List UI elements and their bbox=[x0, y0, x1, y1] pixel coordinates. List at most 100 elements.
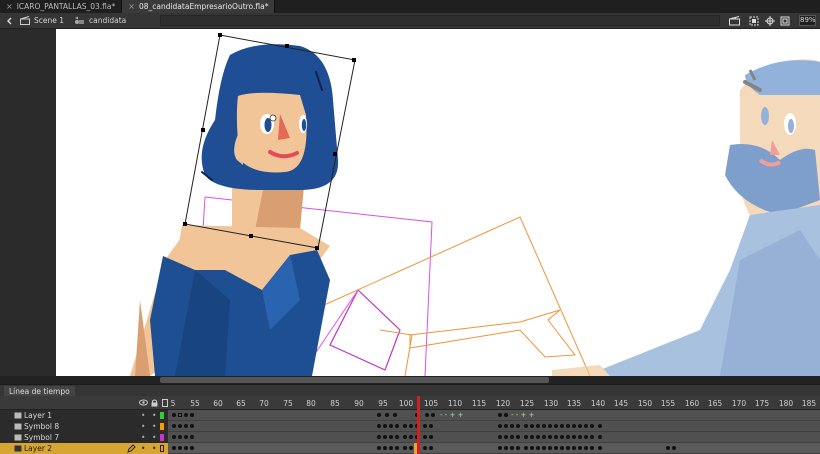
eye-icon[interactable] bbox=[139, 399, 148, 406]
visibility-dot[interactable]: • bbox=[141, 422, 145, 431]
keyframe[interactable] bbox=[393, 413, 397, 417]
keyframe[interactable] bbox=[584, 424, 588, 428]
layer-row-layer-2[interactable]: Layer 2 • • bbox=[0, 443, 820, 454]
keyframe[interactable] bbox=[184, 413, 188, 417]
keyframe[interactable] bbox=[566, 435, 570, 439]
keyframe[interactable] bbox=[178, 413, 182, 417]
layer-row-layer-1[interactable]: Layer 1 • • - - + + - - + + bbox=[0, 410, 820, 421]
keyframe[interactable] bbox=[672, 446, 676, 450]
keyframe[interactable] bbox=[554, 435, 558, 439]
keyframe[interactable] bbox=[431, 413, 435, 417]
keyframe[interactable] bbox=[403, 435, 407, 439]
layer-color-box[interactable] bbox=[160, 445, 164, 452]
pencil-icon[interactable] bbox=[127, 444, 136, 453]
keyframe[interactable] bbox=[498, 446, 502, 450]
keyframe[interactable] bbox=[389, 424, 393, 428]
keyframe[interactable] bbox=[395, 435, 399, 439]
lock-dot[interactable]: • bbox=[152, 444, 156, 453]
keyframe[interactable] bbox=[190, 446, 194, 450]
keyframe[interactable] bbox=[190, 435, 194, 439]
scrollbar-thumb[interactable] bbox=[160, 377, 549, 383]
keyframe[interactable] bbox=[409, 446, 413, 450]
layer-color-box[interactable] bbox=[160, 412, 164, 419]
layer-frames[interactable]: - - + + - - + + bbox=[168, 410, 820, 421]
keyframe[interactable] bbox=[184, 446, 188, 450]
keyframe[interactable] bbox=[429, 424, 433, 428]
keyframe[interactable] bbox=[504, 424, 508, 428]
close-icon[interactable]: × bbox=[128, 2, 135, 11]
keyframe[interactable] bbox=[590, 435, 594, 439]
keyframe[interactable] bbox=[498, 435, 502, 439]
keyframe[interactable] bbox=[542, 435, 546, 439]
back-button[interactable] bbox=[6, 17, 14, 25]
keyframe[interactable] bbox=[184, 424, 188, 428]
scene-breadcrumb[interactable]: Scene 1 bbox=[20, 16, 64, 25]
tab-candidata-empresario[interactable]: × 08_candidataEmpresarioOutro.fla* bbox=[122, 0, 276, 13]
keyframe[interactable] bbox=[578, 446, 582, 450]
tab-icaro-pantallas[interactable]: × ICARO_PANTALLAS_03.fla* bbox=[0, 0, 123, 13]
keyframe[interactable] bbox=[666, 446, 670, 450]
keyframe[interactable] bbox=[572, 424, 576, 428]
keyframe[interactable] bbox=[498, 413, 502, 417]
keyframe[interactable] bbox=[178, 424, 182, 428]
keyframe[interactable] bbox=[560, 435, 564, 439]
lock-icon[interactable] bbox=[151, 399, 158, 407]
keyframe[interactable] bbox=[190, 424, 194, 428]
keyframe[interactable] bbox=[516, 424, 520, 428]
keyframe[interactable] bbox=[548, 424, 552, 428]
keyframe[interactable] bbox=[172, 413, 176, 417]
keyframe[interactable] bbox=[536, 435, 540, 439]
keyframe[interactable] bbox=[423, 435, 427, 439]
keyframe[interactable] bbox=[510, 435, 514, 439]
zoom-field[interactable]: 89% bbox=[799, 15, 816, 26]
keyframe[interactable] bbox=[409, 424, 413, 428]
keyframe[interactable] bbox=[383, 446, 387, 450]
keyframe[interactable] bbox=[395, 424, 399, 428]
layer-frames[interactable] bbox=[168, 421, 820, 432]
keyframe[interactable] bbox=[377, 435, 381, 439]
close-icon[interactable]: × bbox=[6, 2, 13, 11]
keyframe[interactable] bbox=[560, 446, 564, 450]
keyframe[interactable] bbox=[184, 435, 188, 439]
stage-horizontal-scrollbar[interactable] bbox=[0, 376, 820, 384]
keyframe[interactable] bbox=[504, 446, 508, 450]
keyframe[interactable] bbox=[578, 424, 582, 428]
keyframe[interactable] bbox=[403, 446, 407, 450]
keyframe[interactable] bbox=[409, 435, 413, 439]
keyframe[interactable] bbox=[548, 446, 552, 450]
keyframe[interactable] bbox=[572, 435, 576, 439]
keyframe[interactable] bbox=[510, 446, 514, 450]
layer-name-cell[interactable]: Symbol 7 • • bbox=[0, 432, 168, 443]
keyframe[interactable] bbox=[598, 446, 602, 450]
keyframe[interactable] bbox=[524, 424, 528, 428]
timeline-ruler[interactable]: 5 55 60 65 70 75 80 85 90 95 100 105 110… bbox=[0, 396, 820, 410]
playhead[interactable] bbox=[417, 396, 420, 454]
lock-dot[interactable]: • bbox=[152, 422, 156, 431]
layer-name-cell[interactable]: Symbol 8 • • bbox=[0, 421, 168, 432]
keyframe[interactable] bbox=[530, 435, 534, 439]
layer-name-cell[interactable]: Layer 2 • • bbox=[0, 443, 168, 454]
keyframe[interactable] bbox=[510, 424, 514, 428]
keyframe[interactable] bbox=[554, 446, 558, 450]
layer-color-box[interactable] bbox=[160, 434, 164, 441]
lock-dot[interactable]: • bbox=[152, 433, 156, 442]
layer-frames[interactable] bbox=[168, 432, 820, 443]
layer-row-symbol-8[interactable]: Symbol 8 • • bbox=[0, 421, 820, 432]
keyframe[interactable] bbox=[548, 435, 552, 439]
keyframe[interactable] bbox=[178, 435, 182, 439]
keyframe[interactable] bbox=[385, 413, 389, 417]
stage-canvas[interactable] bbox=[0, 29, 820, 376]
keyframe[interactable] bbox=[172, 424, 176, 428]
keyframe[interactable] bbox=[377, 413, 381, 417]
symbol-breadcrumb[interactable]: candidata bbox=[74, 16, 126, 25]
keyframe[interactable] bbox=[429, 446, 433, 450]
keyframe[interactable] bbox=[530, 424, 534, 428]
keyframe[interactable] bbox=[172, 446, 176, 450]
keyframe[interactable] bbox=[395, 446, 399, 450]
layer-name-cell[interactable]: Layer 1 • • bbox=[0, 410, 168, 421]
keyframe[interactable] bbox=[566, 424, 570, 428]
keyframe[interactable] bbox=[377, 424, 381, 428]
keyframe[interactable] bbox=[504, 435, 508, 439]
keyframe[interactable] bbox=[590, 424, 594, 428]
stage-area[interactable] bbox=[0, 29, 820, 376]
